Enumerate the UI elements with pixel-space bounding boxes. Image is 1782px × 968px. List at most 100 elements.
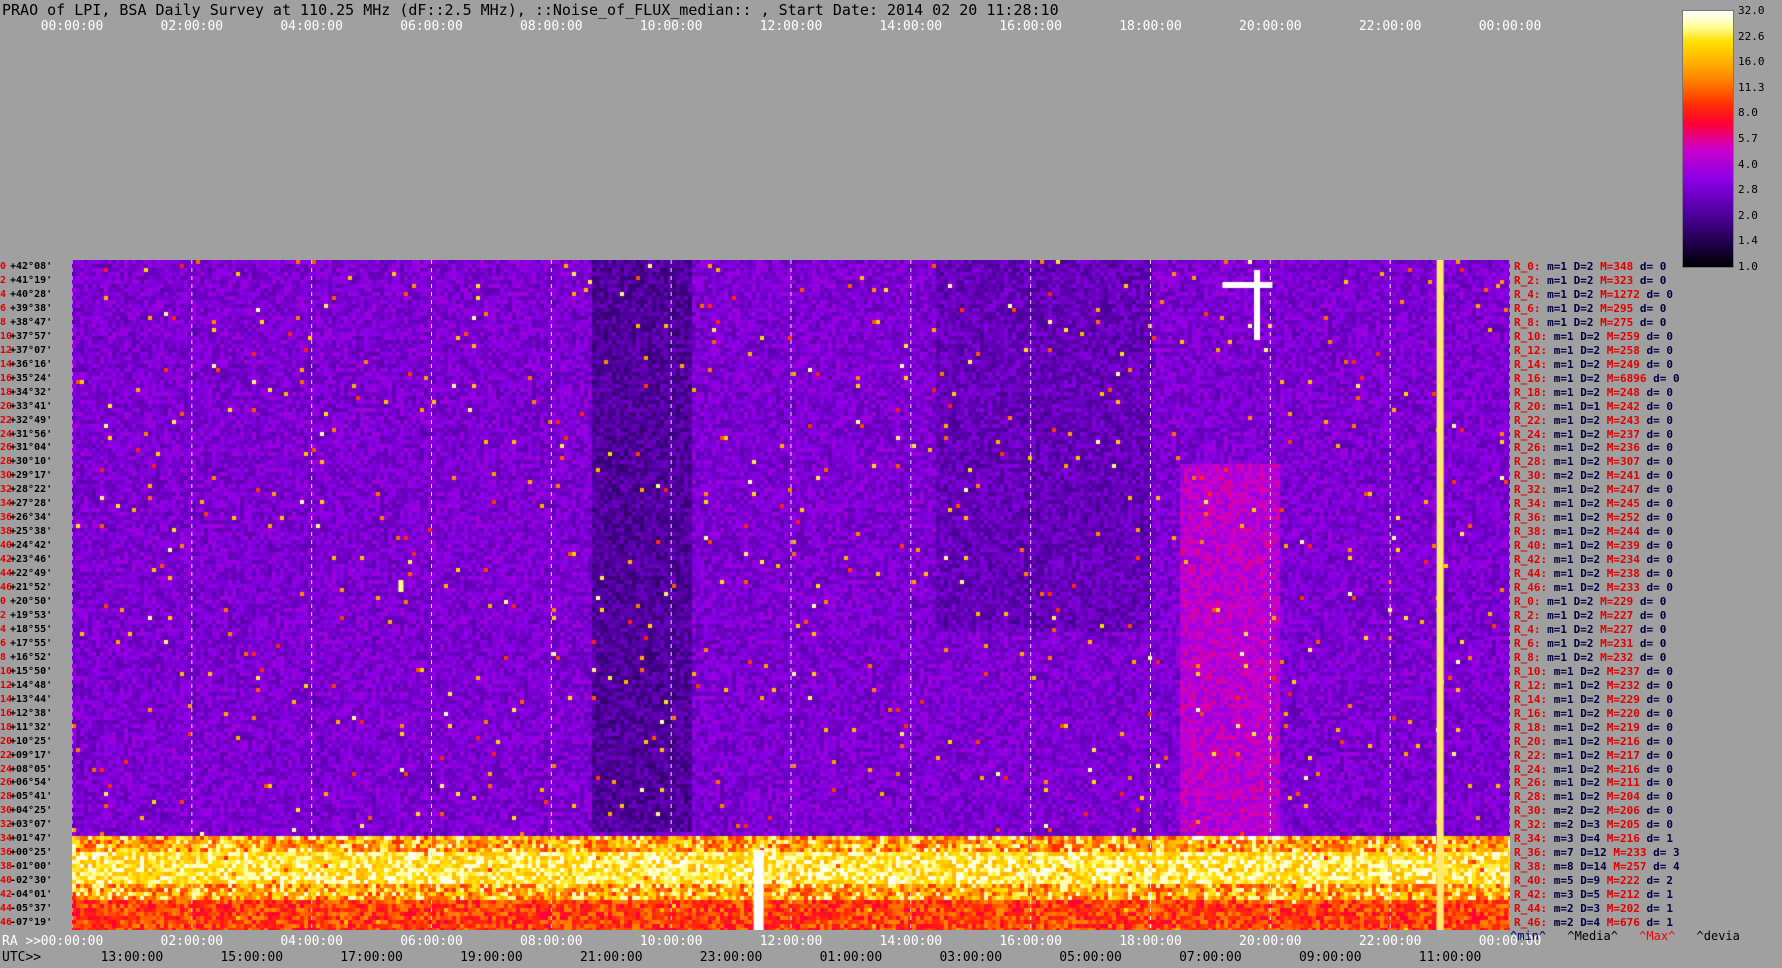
stat-d: D=2 — [1580, 413, 1607, 427]
stat-m: M=212 — [1606, 888, 1647, 902]
stat-r: R_20: — [1514, 399, 1554, 413]
stat-d: D=9 — [1580, 874, 1607, 888]
declination-value: +31°56' — [10, 428, 53, 440]
stat-d: d= 0 — [1639, 301, 1667, 315]
stat-d: D=14 — [1580, 860, 1614, 874]
declination-value: +23°46' — [10, 554, 53, 566]
stat-m: m=3 — [1553, 888, 1581, 902]
beam-number: 12 — [0, 679, 13, 691]
stat-r: R_4: — [1514, 622, 1548, 636]
stat-r: R_2: — [1514, 608, 1548, 622]
colorbar-tick: 8.0 — [1738, 106, 1758, 120]
declination-value: -04°01' — [10, 889, 53, 901]
stat-d: D=12 — [1580, 846, 1614, 860]
colorbar-tick: 22.6 — [1738, 29, 1765, 43]
stat-d: d= 1 — [1646, 916, 1674, 930]
stat-r: R_24: — [1514, 427, 1554, 441]
declination-row: 34+01°47' — [0, 832, 52, 845]
utc-axis-tick: 03:00:00 — [939, 950, 1003, 965]
stat-d: d= 0 — [1646, 497, 1674, 511]
stat-m: M=242 — [1606, 399, 1647, 413]
utc-axis-tick: 11:00:00 — [1418, 950, 1482, 965]
stat-m: m=1 — [1553, 525, 1581, 539]
beam-stat-row: R_34: m=3 D=4 M=216 d= 1 — [1514, 832, 1673, 846]
stat-d: d= 0 — [1646, 469, 1674, 483]
declination-value: +38°47' — [10, 316, 53, 328]
stat-m: M=211 — [1606, 776, 1647, 790]
stat-r: R_20: — [1514, 734, 1554, 748]
stat-r: R_40: — [1514, 539, 1554, 553]
beam-stat-row: R_20: m=1 D=1 M=242 d= 0 — [1514, 400, 1673, 414]
stat-d: d= 0 — [1646, 790, 1674, 804]
declination-row: 18+11°32' — [0, 721, 52, 734]
stat-d: d= 0 — [1646, 734, 1674, 748]
beam-number: 24 — [0, 428, 13, 440]
beam-stat-row: R_32: m=2 D=3 M=205 d= 0 — [1514, 818, 1673, 832]
stat-m: M=227 — [1600, 622, 1640, 636]
stat-d: D=2 — [1580, 776, 1607, 790]
stat-m: m=2 — [1553, 818, 1581, 832]
beam-stat-row: R_26: m=1 D=2 M=211 d= 0 — [1514, 776, 1673, 790]
stat-m: M=217 — [1606, 748, 1647, 762]
beam-number: 20 — [0, 400, 13, 412]
beam-number: 6 — [0, 637, 7, 649]
declination-row: 10+15°50' — [0, 665, 52, 678]
stat-m: M=295 — [1600, 301, 1640, 315]
stat-m: m=1 — [1553, 455, 1581, 469]
declination-row: 22+32°49' — [0, 414, 52, 427]
beam-stat-row: R_18: m=1 D=2 M=248 d= 0 — [1514, 386, 1673, 400]
stat-d: D=2 — [1580, 441, 1607, 455]
declination-value: +04°25' — [10, 805, 53, 817]
beam-number: 4 — [0, 288, 7, 300]
stat-m: M=258 — [1606, 343, 1647, 357]
stat-d: D=2 — [1573, 595, 1601, 608]
stat-d: d= 0 — [1646, 399, 1674, 413]
declination-value: +30°10' — [10, 456, 53, 468]
stat-d: d= 0 — [1646, 692, 1674, 706]
stat-m: m=1 — [1553, 581, 1581, 595]
beam-stat-row: R_12: m=1 D=2 M=232 d= 0 — [1514, 679, 1673, 693]
stat-m: m=1 — [1553, 483, 1581, 497]
stat-d: d= 0 — [1639, 622, 1667, 636]
beam-number: 32 — [0, 484, 13, 496]
stat-m: m=1 — [1553, 706, 1581, 720]
stat-r: R_10: — [1514, 664, 1554, 678]
stat-d: d= 0 — [1653, 371, 1680, 385]
declination-value: +20°50' — [10, 596, 53, 607]
ra-prefix: RA >> — [2, 934, 42, 949]
stat-d: D=2 — [1580, 804, 1607, 818]
stat-m: M=229 — [1600, 595, 1640, 608]
beam-number: 38 — [0, 526, 13, 538]
stat-d: d= 0 — [1646, 539, 1674, 553]
stat-d: d= 0 — [1646, 762, 1674, 776]
beam-number: 18 — [0, 721, 13, 733]
declination-value: -05°37' — [10, 903, 53, 915]
beam-number: 2 — [0, 274, 7, 286]
declination-row: 38+25°38' — [0, 525, 52, 538]
declination-value: +39°38' — [10, 302, 53, 314]
stat-m: m=1 — [1553, 343, 1581, 357]
declination-row: 16+35°24' — [0, 372, 52, 385]
beam-stat-row: R_4: m=1 D=2 M=227 d= 0 — [1514, 623, 1666, 637]
ra-axis-tick: 04:00:00 — [280, 934, 343, 949]
declination-row: 46-07°19' — [0, 916, 52, 929]
declination-value: +10°25' — [10, 735, 53, 747]
declination-row: 24+08°05' — [0, 763, 52, 776]
declination-row: 14+13°44' — [0, 693, 52, 706]
top-axis-tick: 02:00:00 — [160, 19, 224, 34]
beam-stat-row: R_44: m=2 D=3 M=202 d= 1 — [1514, 902, 1673, 916]
stat-d: D=2 — [1580, 357, 1607, 371]
stat-m: m=1 — [1553, 776, 1581, 790]
beam-stat-row: R_0: m=1 D=2 M=348 d= 0 — [1514, 260, 1666, 274]
stat-d: d= 0 — [1639, 260, 1667, 273]
declination-row: 6 +17°55' — [0, 637, 52, 650]
stat-r: R_10: — [1514, 329, 1554, 343]
beam-stat-row: R_0: m=1 D=2 M=229 d= 0 — [1514, 595, 1666, 609]
stat-r: R_2: — [1514, 273, 1548, 287]
utc-axis-tick: 23:00:00 — [699, 950, 763, 965]
utc-axis-tick: 05:00:00 — [1059, 950, 1122, 965]
colorbar — [1682, 10, 1734, 268]
stat-r: R_28: — [1514, 790, 1554, 804]
colorbar-tick: 11.3 — [1738, 80, 1765, 94]
stat-r: R_8: — [1514, 650, 1548, 664]
